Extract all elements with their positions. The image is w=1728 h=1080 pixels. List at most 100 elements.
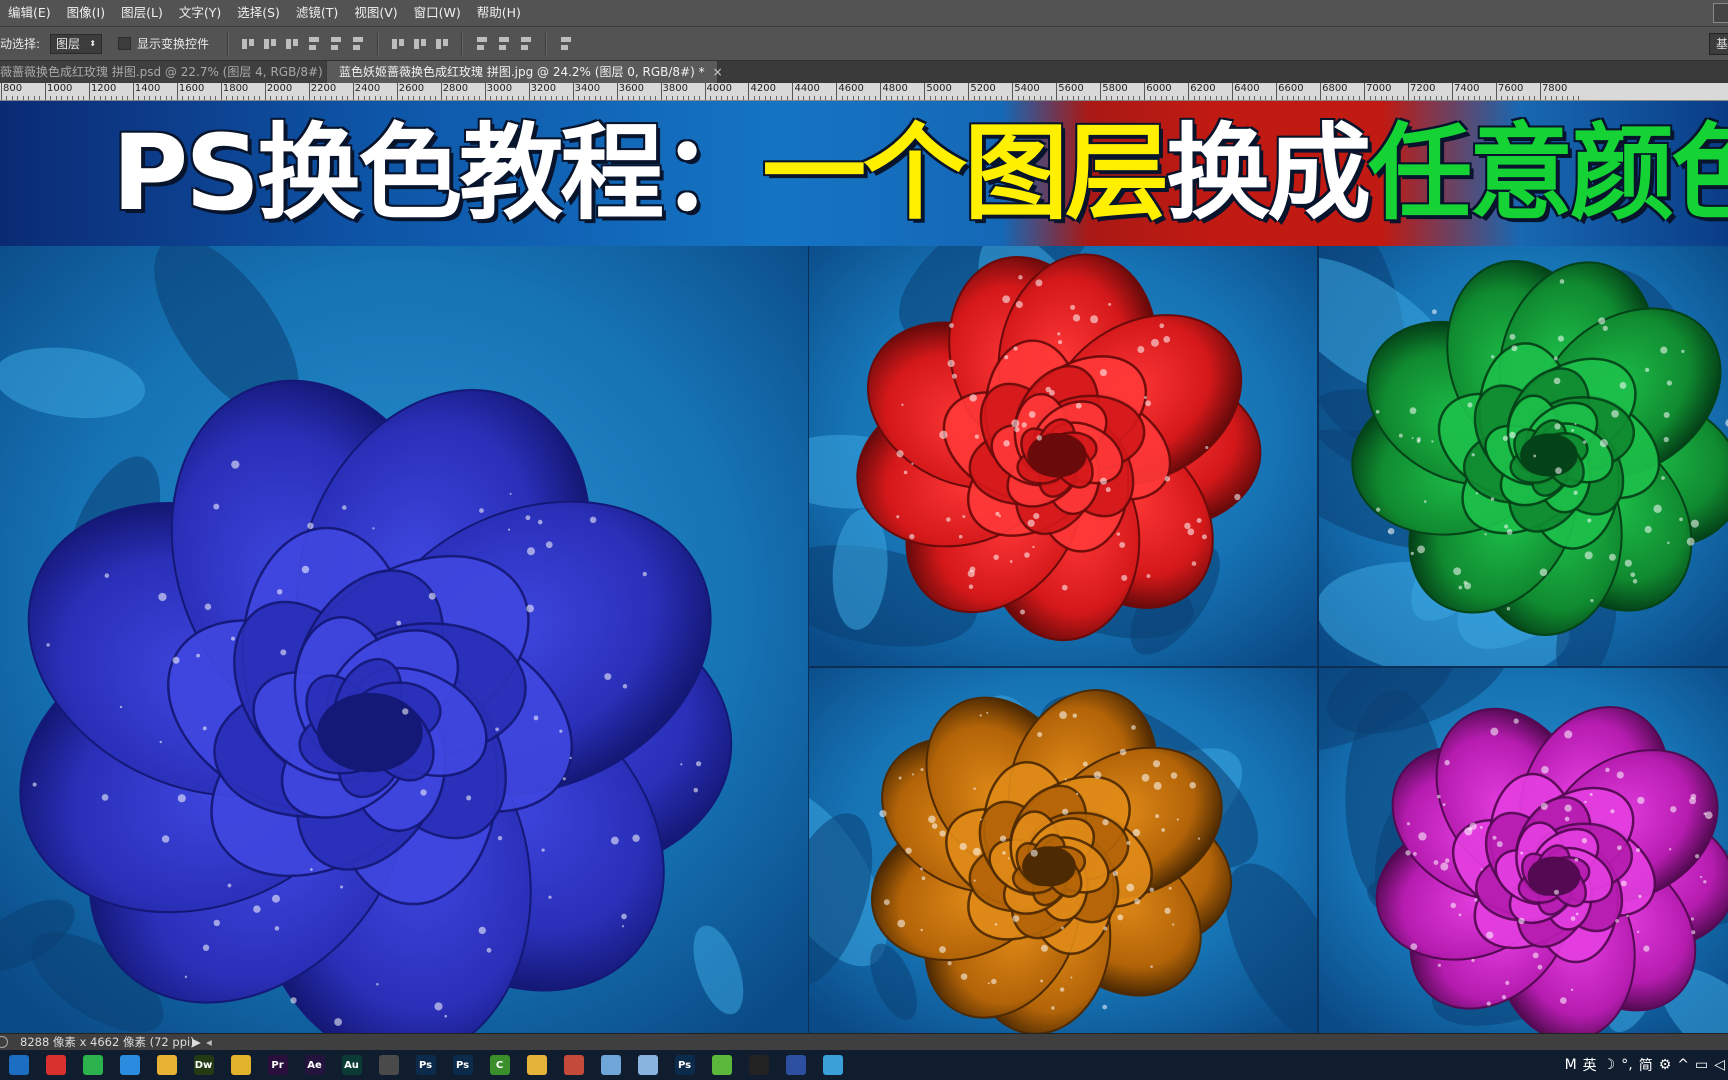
menu-item[interactable]: 编辑(E)	[0, 0, 59, 26]
distribute-left-icon[interactable]	[473, 34, 491, 54]
ruler-minor-tick	[869, 96, 871, 100]
ruler-minor-tick	[165, 96, 167, 100]
window-control[interactable]	[1713, 3, 1728, 23]
menu-item[interactable]: 文字(Y)	[171, 0, 229, 26]
start-icon[interactable]	[8, 1055, 29, 1075]
tray-item[interactable]: M	[1565, 1057, 1577, 1073]
ruler-minor-tick	[918, 96, 920, 100]
tray-item[interactable]: 简	[1639, 1055, 1653, 1075]
distribute-top-icon[interactable]	[389, 34, 407, 54]
ruler-label: 1000	[46, 83, 73, 94]
notepad-icon[interactable]	[600, 1055, 621, 1075]
capcut-icon[interactable]	[748, 1055, 769, 1075]
ruler-minor-tick	[297, 96, 299, 100]
calendar-app-icon[interactable]	[45, 1055, 66, 1075]
distribute-hcenter-icon[interactable]	[495, 34, 513, 54]
photoshop-icon-2[interactable]: Ps	[452, 1055, 473, 1075]
align-vcenter-icon[interactable]	[261, 34, 279, 54]
ruler-minor-tick	[1347, 96, 1349, 100]
menu-item[interactable]: 图层(L)	[113, 0, 171, 26]
distribute-vcenter-icon[interactable]	[411, 34, 429, 54]
ruler-minor-tick	[1303, 96, 1305, 100]
video-player-icon[interactable]	[822, 1055, 843, 1075]
green-app-icon[interactable]	[711, 1055, 732, 1075]
ruler-minor-tick	[902, 96, 904, 100]
tray-item[interactable]: °,	[1621, 1057, 1632, 1073]
ruler-minor-tick	[495, 96, 497, 100]
folder-icon[interactable]	[526, 1055, 547, 1075]
ruler-tick	[704, 83, 706, 100]
photoshop-active-icon[interactable]: Ps	[666, 1050, 703, 1080]
camera-icon[interactable]	[378, 1055, 399, 1075]
camtasia-icon[interactable]: C	[489, 1055, 510, 1075]
tray-item[interactable]: ⚙	[1659, 1057, 1672, 1073]
ruler-label: 2000	[266, 83, 293, 94]
horizontal-ruler[interactable]: 800 1000 1200 1400 1600 1800 2000 2200 2400 2600 2…	[0, 83, 1728, 101]
menu-item[interactable]: 帮助(H)	[469, 0, 529, 26]
rose-image-red	[809, 246, 1317, 666]
network-icon[interactable]	[637, 1055, 658, 1075]
ruler-minor-tick	[1226, 96, 1228, 100]
ruler-label: 6000	[1146, 83, 1172, 94]
tab-psd[interactable]: 薇蔷薇换色成红玫瑰 拼图.psd @ 22.7% (图层 4, RGB/8#)×	[0, 61, 326, 83]
chrome-icon[interactable]	[230, 1055, 251, 1075]
show-transform-checkbox[interactable]	[118, 37, 132, 50]
ruler-label: 5000	[926, 83, 952, 94]
menu-item[interactable]: 窗口(W)	[406, 0, 469, 26]
rose-image-orange	[809, 668, 1317, 1033]
document-canvas[interactable]: PS换色教程：一个图层换成任意颜色	[0, 101, 1728, 1033]
ruler-tick	[132, 83, 134, 100]
tab-jpg-active[interactable]: 蓝色妖姬蔷薇换色成红玫瑰 拼图.jpg @ 24.2% (图层 0, RGB/8…	[327, 61, 723, 83]
ruler-tick	[1452, 83, 1453, 100]
rose-panel-orange	[809, 668, 1317, 1033]
ruler-minor-tick	[1155, 96, 1157, 100]
tray-item[interactable]: ^	[1677, 1057, 1689, 1073]
scroll-left-icon[interactable]: ◂	[206, 1034, 212, 1050]
auto-select-dropdown[interactable]: 图层 ⬍	[50, 33, 103, 54]
ruler-minor-tick	[198, 96, 200, 100]
after-effects-icon[interactable]: Ae	[304, 1055, 325, 1075]
menu-item[interactable]: 视图(V)	[346, 0, 405, 26]
align-left-icon[interactable]	[305, 34, 323, 54]
media-icon[interactable]	[785, 1055, 806, 1075]
ruler-minor-tick	[605, 96, 607, 100]
ruler-minor-tick	[490, 96, 492, 100]
ruler-minor-tick	[171, 96, 173, 100]
ruler-minor-tick	[435, 96, 437, 100]
distribute-right-icon[interactable]	[517, 34, 535, 54]
ruler-minor-tick	[578, 96, 580, 100]
ruler-minor-tick	[1254, 96, 1256, 100]
close-icon[interactable]: ×	[713, 65, 723, 79]
store-icon[interactable]	[119, 1055, 140, 1075]
paint-icon[interactable]	[563, 1055, 584, 1075]
menu-item[interactable]: 图像(I)	[59, 0, 113, 26]
tray-item[interactable]: 英	[1583, 1055, 1597, 1075]
status-menu-arrow-icon[interactable]: ▶	[192, 1034, 201, 1050]
align-hcenter-icon[interactable]	[327, 34, 345, 54]
premiere-icon[interactable]: Pr	[267, 1055, 288, 1075]
ruler-minor-tick	[1193, 96, 1195, 100]
ruler-tick	[660, 83, 662, 100]
dreamweaver-icon[interactable]: Dw	[193, 1055, 214, 1075]
auto-align-icon[interactable]	[557, 34, 575, 54]
tray-item[interactable]: ◁	[1714, 1057, 1725, 1073]
workspace-button[interactable]: 基	[1709, 33, 1728, 55]
ruler-minor-tick	[1567, 96, 1569, 100]
wechat-icon[interactable]	[82, 1055, 103, 1075]
menu-item[interactable]: 选择(S)	[229, 0, 288, 26]
ruler-minor-tick	[22, 96, 24, 100]
audition-icon[interactable]: Au	[341, 1055, 362, 1075]
align-top-icon[interactable]	[239, 34, 257, 54]
photoshop-icon-1[interactable]: Ps	[415, 1055, 436, 1075]
distribute-bottom-icon[interactable]	[433, 34, 451, 54]
ruler-minor-tick	[1072, 96, 1074, 100]
ruler-minor-tick	[1259, 96, 1261, 100]
gift-icon[interactable]	[156, 1055, 177, 1075]
align-bottom-icon[interactable]	[283, 34, 301, 54]
align-right-icon[interactable]	[349, 34, 367, 54]
ruler-minor-tick	[1325, 96, 1327, 100]
tray-item[interactable]: ☽	[1603, 1057, 1616, 1073]
menu-item[interactable]: 滤镜(T)	[288, 0, 346, 26]
ruler-minor-tick	[1221, 96, 1223, 100]
tray-item[interactable]: ▭	[1695, 1057, 1708, 1073]
